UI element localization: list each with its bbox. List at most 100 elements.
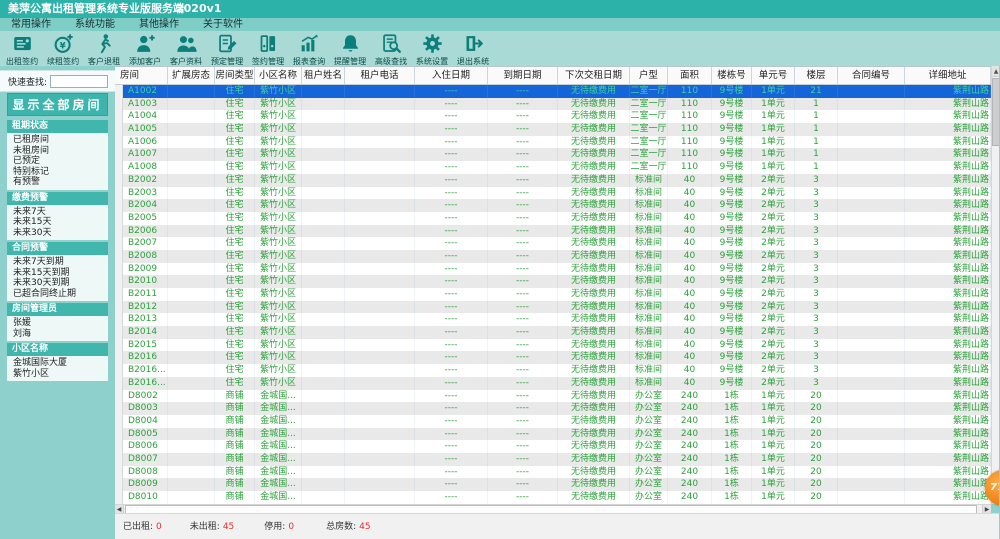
table-row[interactable]: B2015住宅紫竹小区--------无待缴费用标准间409号楼2单元3紫荆山路 bbox=[115, 339, 991, 352]
col-community[interactable]: 小区名称 bbox=[255, 67, 302, 84]
col-tenant-name[interactable]: 租户姓名 bbox=[302, 67, 345, 84]
sidebar-item[interactable]: 未租房间 bbox=[7, 146, 108, 157]
report-query-button[interactable]: 报表查询 bbox=[289, 33, 330, 66]
sidebar-item[interactable]: 未来15天 bbox=[7, 217, 108, 228]
sidebar-item[interactable]: 金城国际大厦 bbox=[7, 358, 108, 369]
table-row[interactable]: B2010住宅紫竹小区--------无待缴费用标准间409号楼2单元3紫荆山路 bbox=[115, 275, 991, 288]
table-row[interactable]: D8007商铺金城国...--------无待缴费用办公室2401栋1单元20紫… bbox=[115, 453, 991, 466]
horizontal-scrollbar[interactable]: ◀ ▶ bbox=[115, 504, 991, 513]
col-room-type[interactable]: 房间类型 bbox=[215, 67, 255, 84]
table-row[interactable]: B2016...住宅紫竹小区--------无待缴费用标准间409号楼2单元3紫… bbox=[115, 364, 991, 377]
table-cell: 无待缴费用 bbox=[558, 275, 630, 288]
col-tenant-phone[interactable]: 租户电话 bbox=[345, 67, 415, 84]
col-expire-date[interactable]: 到期日期 bbox=[488, 67, 558, 84]
table-row[interactable]: D8005商铺金城国...--------无待缴费用办公室2401栋1单元20紫… bbox=[115, 428, 991, 441]
table-cell: 3 bbox=[795, 339, 838, 352]
table-row[interactable]: A1008住宅紫竹小区--------无待缴费用二室一厅1109号楼1单元1紫荆… bbox=[115, 161, 991, 174]
col-next-rent-date[interactable]: 下次交租日期 bbox=[558, 67, 630, 84]
sidebar-item[interactable]: 刘海 bbox=[7, 329, 108, 340]
table-row[interactable]: B2003住宅紫竹小区--------无待缴费用标准间409号楼2单元3紫荆山路 bbox=[115, 187, 991, 200]
menu-item-common-ops[interactable]: 常用操作 bbox=[0, 18, 64, 31]
table-row[interactable]: D8006商铺金城国...--------无待缴费用办公室2401栋1单元20紫… bbox=[115, 440, 991, 453]
table-row[interactable]: B2007住宅紫竹小区--------无待缴费用标准间409号楼2单元3紫荆山路 bbox=[115, 237, 991, 250]
show-all-rooms-button[interactable]: 显示全部房间 bbox=[7, 93, 108, 116]
quick-search-input[interactable] bbox=[50, 75, 108, 88]
table-row[interactable]: B2009住宅紫竹小区--------无待缴费用标准间409号楼2单元3紫荆山路 bbox=[115, 263, 991, 276]
col-layout[interactable]: 户型 bbox=[630, 67, 668, 84]
table-row[interactable]: B2008住宅紫竹小区--------无待缴费用标准间409号楼2单元3紫荆山路 bbox=[115, 250, 991, 263]
table-row[interactable]: B2013住宅紫竹小区--------无待缴费用标准间409号楼2单元3紫荆山路 bbox=[115, 313, 991, 326]
system-settings-button[interactable]: 系统设置 bbox=[412, 33, 453, 66]
customer-checkout-icon bbox=[94, 33, 115, 54]
table-row[interactable]: B2006住宅紫竹小区--------无待缴费用标准间409号楼2单元3紫荆山路 bbox=[115, 225, 991, 238]
col-floor[interactable]: 楼层 bbox=[795, 67, 838, 84]
menu-item-about[interactable]: 关于软件 bbox=[192, 18, 256, 31]
sidebar-item[interactable]: 未来30天到期 bbox=[7, 278, 108, 289]
col-unit-no[interactable]: 单元号 bbox=[752, 67, 795, 84]
table-cell: 20 bbox=[795, 390, 838, 403]
table-row[interactable]: D8008商铺金城国...--------无待缴费用办公室2401栋1单元20紫… bbox=[115, 466, 991, 479]
sidebar-item[interactable]: 特别标记 bbox=[7, 167, 108, 178]
sidebar-item[interactable]: 张媛 bbox=[7, 318, 108, 329]
col-checkin-date[interactable]: 入住日期 bbox=[415, 67, 488, 84]
sidebar-item[interactable]: 未来7天 bbox=[7, 207, 108, 218]
table-cell bbox=[302, 377, 345, 390]
vertical-scrollbar[interactable]: ▲ ▼ bbox=[991, 66, 999, 504]
exit-system-button[interactable]: 退出系统 bbox=[453, 33, 494, 66]
table-row[interactable]: D8010商铺金城国...--------无待缴费用办公室2401栋1单元20紫… bbox=[115, 491, 991, 504]
sidebar-item[interactable]: 已租房间 bbox=[7, 135, 108, 146]
contract-manage-button[interactable]: 签约管理 bbox=[248, 33, 289, 66]
table-row[interactable]: A1007住宅紫竹小区--------无待缴费用二室一厅1109号楼1单元1紫荆… bbox=[115, 148, 991, 161]
table-cell: 商铺 bbox=[215, 453, 255, 466]
table-row[interactable]: A1003住宅紫竹小区--------无待缴费用二室一厅1109号楼1单元1紫荆… bbox=[115, 98, 991, 111]
table-row[interactable]: B2002住宅紫竹小区--------无待缴费用标准间409号楼2单元3紫荆山路 bbox=[115, 174, 991, 187]
sidebar-item[interactable]: 已预定 bbox=[7, 156, 108, 167]
menu-item-other-ops[interactable]: 其他操作 bbox=[128, 18, 192, 31]
sidebar-item[interactable]: 紫竹小区 bbox=[7, 369, 108, 380]
table-cell: 9号楼 bbox=[712, 85, 752, 98]
table-row[interactable]: B2014住宅紫竹小区--------无待缴费用标准间409号楼2单元3紫荆山路 bbox=[115, 326, 991, 339]
table-cell: ---- bbox=[488, 313, 558, 326]
table-row[interactable]: B2011住宅紫竹小区--------无待缴费用标准间409号楼2单元3紫荆山路 bbox=[115, 288, 991, 301]
menu-item-system-functions[interactable]: 系统功能 bbox=[64, 18, 128, 31]
customer-checkout-button[interactable]: 客户退租 bbox=[84, 33, 125, 66]
advanced-search-button[interactable]: 高级查找 bbox=[371, 33, 412, 66]
reminder-manage-button[interactable]: 提醒管理 bbox=[330, 33, 371, 66]
table-row[interactable]: B2016住宅紫竹小区--------无待缴费用标准间409号楼2单元3紫荆山路 bbox=[115, 351, 991, 364]
table-cell: ---- bbox=[415, 263, 488, 276]
table-cell: 2单元 bbox=[752, 187, 795, 200]
table-row[interactable]: B2005住宅紫竹小区--------无待缴费用标准间409号楼2单元3紫荆山路 bbox=[115, 212, 991, 225]
lease-sign-button[interactable]: 出租签约 bbox=[2, 33, 43, 66]
sidebar-item[interactable]: 未来15天到期 bbox=[7, 268, 108, 279]
sidebar-item[interactable]: 有预警 bbox=[7, 177, 108, 188]
table-row[interactable]: D8009商铺金城国...--------无待缴费用办公室2401栋1单元20紫… bbox=[115, 478, 991, 491]
add-customer-button[interactable]: 添加客户 bbox=[125, 33, 166, 66]
table-cell: 3 bbox=[795, 187, 838, 200]
table-row[interactable]: A1004住宅紫竹小区--------无待缴费用二室一厅1109号楼1单元1紫荆… bbox=[115, 110, 991, 123]
row-indicator bbox=[115, 491, 123, 504]
sidebar-item[interactable]: 未来30天 bbox=[7, 228, 108, 239]
table-row[interactable]: A1006住宅紫竹小区--------无待缴费用二室一厅1109号楼1单元1紫荆… bbox=[115, 136, 991, 149]
table-row[interactable]: A1005住宅紫竹小区--------无待缴费用二室一厅1109号楼1单元1紫荆… bbox=[115, 123, 991, 136]
col-contract-no[interactable]: 合同编号 bbox=[838, 67, 905, 84]
table-row[interactable]: D8004商铺金城国...--------无待缴费用办公室2401栋1单元20紫… bbox=[115, 415, 991, 428]
col-area[interactable]: 面积 bbox=[668, 67, 712, 84]
table-row[interactable]: D8002商铺金城国...--------无待缴费用办公室2401栋1单元20紫… bbox=[115, 390, 991, 403]
table-row[interactable]: B2016...住宅紫竹小区--------无待缴费用标准间409号楼2单元3紫… bbox=[115, 377, 991, 390]
col-building-no[interactable]: 楼栋号 bbox=[712, 67, 752, 84]
col-room[interactable]: 房间 bbox=[115, 67, 168, 84]
table-row[interactable]: B2004住宅紫竹小区--------无待缴费用标准间409号楼2单元3紫荆山路 bbox=[115, 199, 991, 212]
sidebar-item[interactable]: 已超合同终止期 bbox=[7, 289, 108, 300]
table-cell bbox=[838, 187, 905, 200]
renew-lease-button[interactable]: ¥续租签约 bbox=[43, 33, 84, 66]
customer-info-button[interactable]: 客户资料 bbox=[166, 33, 207, 66]
table-row[interactable]: A1002住宅紫竹小区--------无待缴费用二室一厅1109号楼1单元21紫… bbox=[115, 85, 991, 98]
table-row[interactable]: B2012住宅紫竹小区--------无待缴费用标准间409号楼2单元3紫荆山路 bbox=[115, 301, 991, 314]
booking-manage-button[interactable]: 预定管理 bbox=[207, 33, 248, 66]
col-address[interactable]: 详细地址 bbox=[905, 67, 991, 84]
table-row[interactable]: D8003商铺金城国...--------无待缴费用办公室2401栋1单元20紫… bbox=[115, 402, 991, 415]
table-cell: 1单元 bbox=[752, 428, 795, 441]
table-cell: 无待缴费用 bbox=[558, 402, 630, 415]
col-extended-status[interactable]: 扩展房态 bbox=[168, 67, 215, 84]
sidebar-item[interactable]: 未来7天到期 bbox=[7, 257, 108, 268]
